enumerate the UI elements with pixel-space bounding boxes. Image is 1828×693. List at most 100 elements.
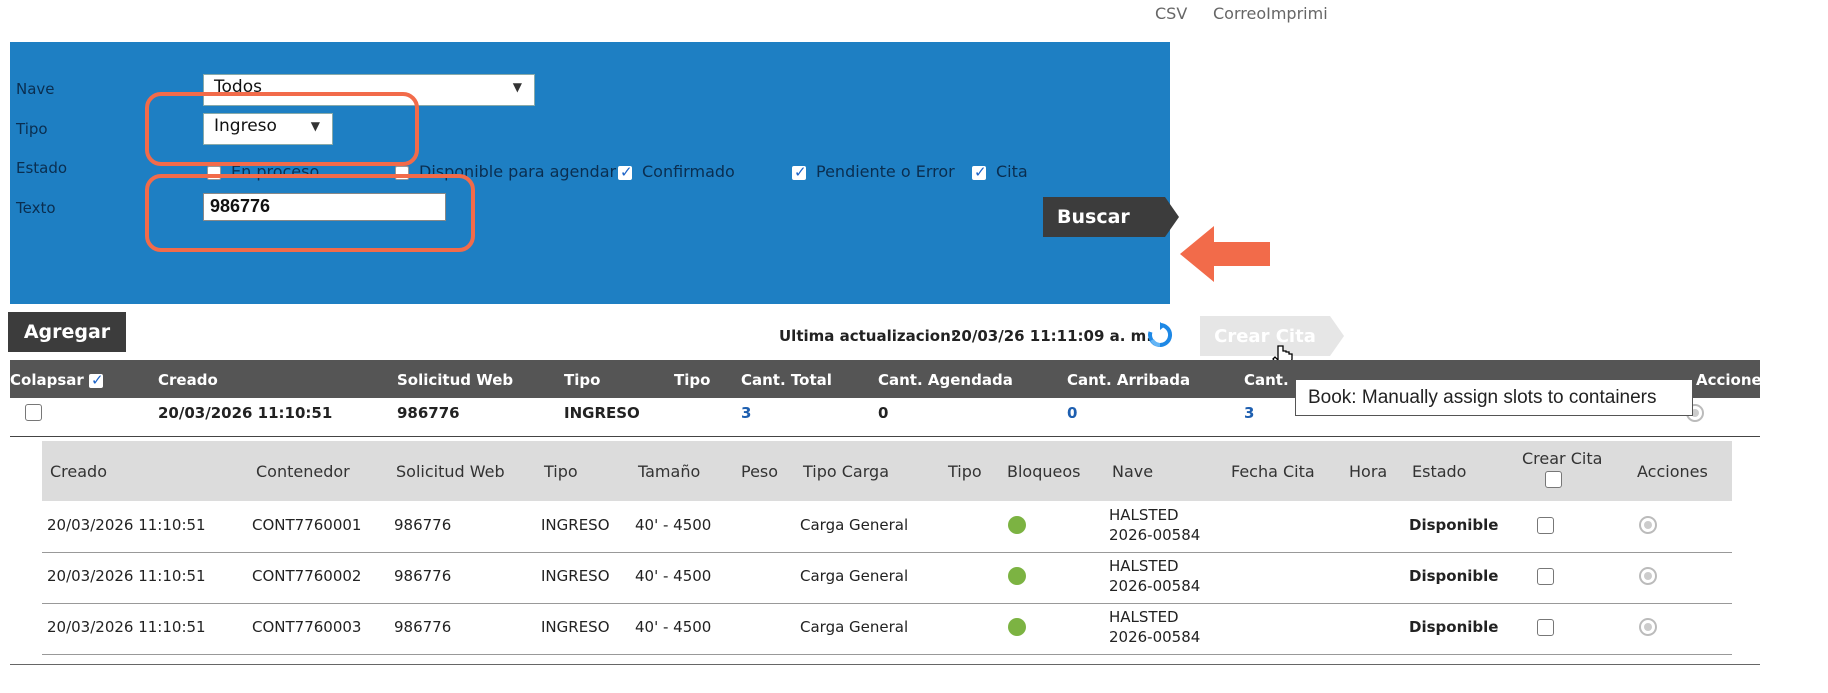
row-creado: 20/03/2026 11:10:51 (47, 567, 206, 585)
main-row-cant-agendada: 0 (878, 404, 889, 422)
main-row-creado: 20/03/2026 11:10:51 (158, 404, 333, 422)
dcol-crear-cita: Crear Cita (1522, 449, 1603, 468)
tipo-label: Tipo (16, 120, 48, 138)
dcol-contenedor: Contenedor (256, 462, 350, 481)
row-action-icon[interactable] (1639, 516, 1657, 534)
last-update-label: Ultima actualizacion: (779, 327, 957, 345)
row-action-icon[interactable] (1639, 618, 1657, 636)
bloqueo-status-icon (1008, 618, 1026, 636)
col-tipo-2: Tipo (674, 371, 711, 389)
dcol-creado: Creado (50, 462, 107, 481)
row-creado: 20/03/2026 11:10:51 (47, 618, 206, 636)
col-cant: Cant. (1244, 371, 1289, 389)
row-contenedor: CONT7760003 (252, 618, 362, 636)
col-creado: Creado (158, 371, 218, 389)
row-nave-code: 2026-00584 (1109, 628, 1201, 646)
col-tipo: Tipo (564, 371, 601, 389)
row-nave-code: 2026-00584 (1109, 526, 1201, 544)
highlight-texto (145, 174, 475, 252)
row-contenedor: CONT7760001 (252, 516, 362, 534)
nave-label: Nave (16, 80, 55, 98)
texto-label: Texto (16, 199, 56, 217)
row-creado: 20/03/2026 11:10:51 (47, 516, 206, 534)
estado-option-cita[interactable]: Cita (972, 162, 1028, 181)
checkbox-checked[interactable] (792, 163, 807, 181)
row-solicitud: 986776 (394, 516, 452, 534)
main-row-cant-arribada[interactable]: 0 (1067, 404, 1077, 422)
row-estado: Disponible (1409, 618, 1499, 636)
crear-cita-tooltip: Book: Manually assign slots to container… (1295, 379, 1693, 416)
col-colapsar[interactable]: Colapsar (10, 371, 104, 390)
row-estado: Disponible (1409, 567, 1499, 585)
row-tipo: INGRESO (541, 618, 610, 636)
dcol-peso: Peso (741, 462, 779, 481)
row-nave-code: 2026-00584 (1109, 577, 1201, 595)
dcol-estado: Estado (1412, 462, 1467, 481)
main-row-solicitud: 986776 (397, 404, 460, 422)
crear-cita-button[interactable]: Crear Cita (1200, 316, 1344, 356)
row-solicitud: 986776 (394, 567, 452, 585)
buscar-button[interactable]: Buscar (1043, 197, 1179, 237)
highlight-tipo (145, 92, 419, 166)
row-contenedor: CONT7760002 (252, 567, 362, 585)
row-estado: Disponible (1409, 516, 1499, 534)
filter-panel: Nave Todos ▼ Tipo Ingreso ▼ Estado En pr… (10, 42, 1179, 304)
row-nave-name: HALSTED (1109, 608, 1179, 626)
row-nave-name: HALSTED (1109, 557, 1179, 575)
row-tipo: INGRESO (541, 567, 610, 585)
refresh-icon[interactable] (1147, 322, 1173, 348)
bloqueo-status-icon (1008, 567, 1026, 585)
divider (10, 436, 1760, 437)
col-acciones: Acciones (1696, 371, 1771, 389)
checkbox-checked[interactable] (618, 163, 633, 181)
chevron-down-icon: ▼ (512, 80, 522, 94)
col-cant-agendada: Cant. Agendada (878, 371, 1013, 389)
row-tamano: 40' - 4500 (635, 618, 712, 636)
row-checkbox[interactable] (25, 404, 42, 421)
arrow-left-icon (1180, 226, 1270, 282)
col-solicitud-web: Solicitud Web (397, 371, 514, 389)
row-tipo: INGRESO (541, 516, 610, 534)
colapsar-checkbox[interactable] (89, 371, 104, 389)
dcol-hora: Hora (1349, 462, 1388, 481)
dcol-solicitud-web: Solicitud Web (396, 462, 505, 481)
dcol-tipo-carga: Tipo Carga (803, 462, 889, 481)
estado-option-pendiente[interactable]: Pendiente o Error (792, 162, 955, 181)
row-crear-cita-checkbox[interactable] (1537, 619, 1554, 636)
last-update-value: 20/03/26 11:11:09 a. m. (951, 327, 1153, 345)
estado-option-confirmado[interactable]: Confirmado (618, 162, 735, 181)
divider (10, 664, 1760, 665)
dcol-tipo: Tipo (544, 462, 578, 481)
row-tipo-carga: Carga General (800, 618, 909, 636)
dcol-bloqueos: Bloqueos (1007, 462, 1081, 481)
checkbox-checked[interactable] (972, 163, 987, 181)
row-action-icon[interactable] (1639, 567, 1657, 585)
row-tamano: 40' - 4500 (635, 567, 712, 585)
estado-label: Estado (16, 159, 68, 177)
main-row-tipo: INGRESO (564, 404, 640, 422)
row-crear-cita-checkbox[interactable] (1537, 517, 1554, 534)
row-tipo-carga: Carga General (800, 567, 909, 585)
dcol-nave: Nave (1112, 462, 1154, 481)
row-solicitud: 986776 (394, 618, 452, 636)
row-crear-cita-checkbox[interactable] (1537, 568, 1554, 585)
main-row-cant[interactable]: 3 (1244, 404, 1254, 422)
divider (42, 654, 1732, 655)
row-tipo-carga: Carga General (800, 516, 909, 534)
correo-imprimir-link[interactable]: CorreoImprimi (1213, 4, 1328, 23)
dcol-fecha-cita: Fecha Cita (1231, 462, 1315, 481)
col-cant-total: Cant. Total (741, 371, 832, 389)
csv-link[interactable]: CSV (1155, 4, 1187, 23)
divider (42, 603, 1732, 604)
main-row-cant-total[interactable]: 3 (741, 404, 751, 422)
crear-cita-all-checkbox[interactable] (1545, 471, 1562, 488)
bloqueo-status-icon (1008, 516, 1026, 534)
dcol-acciones: Acciones (1637, 462, 1708, 481)
agregar-button[interactable]: Agregar (8, 312, 126, 352)
dcol-tipo-2: Tipo (948, 462, 982, 481)
row-nave-name: HALSTED (1109, 506, 1179, 524)
dcol-tamano: Tamaño (638, 462, 701, 481)
divider (42, 552, 1732, 553)
col-cant-arribada: Cant. Arribada (1067, 371, 1191, 389)
row-tamano: 40' - 4500 (635, 516, 712, 534)
